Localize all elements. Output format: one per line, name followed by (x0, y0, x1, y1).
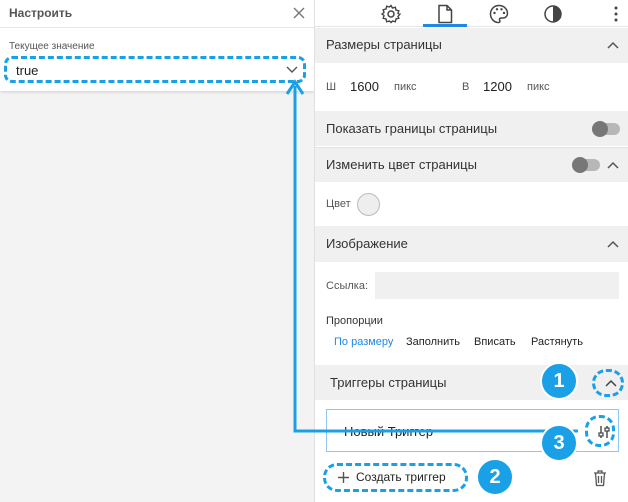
proportion-option-stretch[interactable]: Растянуть (531, 336, 583, 348)
page-size-fields: Ш 1600 пикс В 1200 пикс (315, 63, 628, 111)
proportions-label: Пропорции (326, 315, 383, 327)
chevron-up-icon[interactable] (606, 239, 620, 249)
toggle-knob (592, 121, 608, 137)
section-triggers: Триггеры страницы (315, 365, 628, 400)
change-color-toggle[interactable] (572, 157, 600, 173)
current-value-label: Текущее значение (9, 41, 95, 52)
section-image[interactable]: Изображение (315, 226, 628, 262)
section-title: Изменить цвет страницы (326, 157, 477, 172)
chevron-up-icon[interactable] (606, 40, 620, 50)
toggle-knob (572, 157, 588, 173)
width-field[interactable]: 1600 (350, 79, 379, 94)
step-badge-2: 2 (476, 458, 514, 496)
section-title: Изображение (326, 236, 408, 251)
properties-panel: Размеры страницы Ш 1600 пикс В 1200 пикс… (314, 0, 628, 502)
section-title: Размеры страницы (326, 37, 442, 52)
step-badge-1: 1 (540, 362, 578, 400)
color-swatch[interactable] (357, 193, 380, 216)
highlight-collapse-chevron (592, 369, 624, 397)
active-tab-indicator (423, 24, 467, 27)
trigger-name: Новый Триггер (344, 424, 434, 439)
more-vertical-icon[interactable] (605, 3, 627, 25)
width-unit: пикс (394, 81, 417, 93)
contrast-icon[interactable] (542, 3, 564, 25)
close-icon[interactable] (290, 4, 308, 22)
section-change-color: Изменить цвет страницы (315, 147, 628, 182)
link-label: Ссылка: (326, 280, 368, 292)
height-unit: пикс (527, 81, 550, 93)
divider (0, 27, 314, 28)
height-field[interactable]: 1200 (483, 79, 512, 94)
link-input[interactable] (375, 272, 619, 299)
gear-icon[interactable] (380, 3, 402, 25)
height-label: В (462, 81, 470, 93)
section-title: Показать границы страницы (326, 121, 498, 136)
trash-icon[interactable] (592, 469, 608, 487)
section-show-borders: Показать границы страницы (315, 111, 628, 146)
panel-title: Настроить (9, 6, 73, 20)
proportion-option-fit[interactable]: По размеру (334, 336, 393, 348)
chevron-up-icon[interactable] (606, 160, 620, 170)
step-badge-3: 3 (540, 424, 578, 462)
section-page-size[interactable]: Размеры страницы (315, 28, 628, 63)
color-label: Цвет (326, 198, 351, 210)
section-title: Триггеры страницы (330, 375, 447, 390)
highlight-current-value (4, 56, 306, 83)
tab-bar (315, 0, 628, 27)
color-row: Цвет (315, 182, 628, 226)
highlight-trigger-settings (585, 415, 615, 447)
width-label: Ш (326, 81, 337, 93)
palette-icon[interactable] (488, 3, 510, 25)
proportion-option-contain[interactable]: Вписать (474, 336, 516, 348)
page-icon[interactable] (434, 3, 456, 25)
highlight-create-trigger (323, 463, 468, 492)
proportion-option-fill[interactable]: Заполнить (406, 336, 460, 348)
show-borders-toggle[interactable] (592, 121, 620, 137)
